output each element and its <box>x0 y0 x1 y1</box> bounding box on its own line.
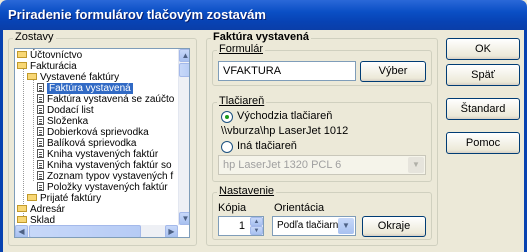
document-icon <box>37 126 44 136</box>
ok-button[interactable]: OK <box>446 38 520 60</box>
folder-icon <box>17 50 27 58</box>
document-icon <box>37 82 44 92</box>
printer-group-label: Tlačiareň <box>217 95 267 107</box>
other-printer-radio[interactable] <box>221 141 233 153</box>
spin-up-icon[interactable]: ▲ <box>250 217 263 226</box>
standard-button[interactable]: Štandard <box>446 98 520 120</box>
folder-icon <box>27 193 37 201</box>
form-group-label: Formulár <box>217 43 266 55</box>
tree-item[interactable]: Dodací list <box>37 104 94 116</box>
tree-item[interactable]: Faktúra vystavená se zaúčto <box>37 93 174 105</box>
folder-open-icon <box>27 72 37 80</box>
tree-item-selected[interactable]: Faktúra vystavená <box>37 82 133 94</box>
orientation-select[interactable]: Podľa tlačiarn ▼ <box>272 216 356 236</box>
chevron-down-icon: ▼ <box>408 157 424 173</box>
scroll-up-icon[interactable]: ▲ <box>179 49 189 62</box>
scroll-down-icon[interactable]: ▼ <box>179 212 189 225</box>
copies-label: Kópia <box>218 202 247 214</box>
back-button[interactable]: Späť <box>446 64 520 86</box>
select-form-button[interactable]: Výber <box>360 61 426 82</box>
tree-item[interactable]: Položky vystavených faktúr <box>37 181 168 193</box>
default-printer-label: Východzia tlačiareň <box>237 110 333 122</box>
document-icon <box>37 181 44 191</box>
scroll-right-icon[interactable]: ▶ <box>165 225 178 237</box>
chevron-down-icon: ▼ <box>338 218 354 234</box>
tree-item[interactable]: Adresár <box>17 204 65 215</box>
tree-item[interactable]: Prijaté faktúry <box>27 193 101 204</box>
orientation-label: Orientácia <box>274 202 325 214</box>
document-icon <box>37 170 44 180</box>
tree-item[interactable]: Kniha vystavených faktúr <box>37 148 158 160</box>
folder-open-icon <box>17 61 27 69</box>
document-icon <box>37 137 44 147</box>
tree-horizontal-scrollbar[interactable]: ◀ ▶ <box>15 225 178 237</box>
spin-down-icon[interactable]: ▼ <box>250 226 263 235</box>
default-printer-radio[interactable] <box>221 111 233 123</box>
tree-item[interactable]: Balíková sprievodka <box>37 137 137 149</box>
section-title: Faktúra vystavená <box>211 31 311 43</box>
document-icon <box>37 104 44 114</box>
folder-icon <box>17 204 27 212</box>
window-title: Priradenie formulárov tlačovým zostavám <box>0 0 527 30</box>
window-border-left <box>0 30 3 252</box>
tree-item[interactable]: Složenka <box>37 115 88 127</box>
margins-button[interactable]: Okraje <box>362 216 426 237</box>
form-name-input[interactable]: VFAKTURA <box>218 61 356 81</box>
other-printer-label: Iná tlačiareň <box>237 140 297 152</box>
tree-item[interactable]: Zoznam typov vystavených f <box>37 170 173 182</box>
tree-item[interactable]: Fakturácia <box>17 61 77 72</box>
reports-group-label: Zostavy <box>13 31 56 43</box>
horizontal-scroll-thumb[interactable] <box>29 225 141 237</box>
settings-group-label: Nastavenie <box>217 185 277 197</box>
document-icon <box>37 159 44 169</box>
default-printer-path: \\vburza\hp LaserJet 1012 <box>221 125 349 137</box>
printer-select[interactable]: hp LaserJet 1320 PCL 6 ▼ <box>218 155 426 175</box>
folder-icon <box>17 215 27 223</box>
vertical-scroll-thumb[interactable] <box>179 63 189 77</box>
tree-item[interactable]: Účtovníctvo <box>17 50 82 61</box>
help-button[interactable]: Pomoc <box>446 132 520 154</box>
tree-item[interactable]: Kniha vystavených faktúr so <box>37 159 172 171</box>
tree-vertical-scrollbar[interactable]: ▲ ▼ <box>178 49 189 225</box>
reports-tree[interactable]: Účtovníctvo Fakturácia Vystavené faktúry… <box>14 48 190 238</box>
document-icon <box>37 115 44 125</box>
tree-item[interactable]: Vystavené faktúry <box>27 72 119 83</box>
tree-item[interactable]: Dobierková sprievodka <box>37 126 149 138</box>
scroll-left-icon[interactable]: ◀ <box>15 225 28 237</box>
document-icon <box>37 148 44 158</box>
document-icon <box>37 93 44 103</box>
